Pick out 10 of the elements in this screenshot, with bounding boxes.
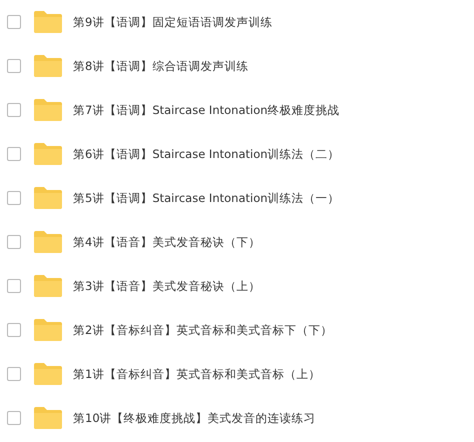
- folder-name[interactable]: 第5讲【语调】Staircase Intonation训练法（一）: [73, 190, 340, 206]
- folder-name[interactable]: 第10讲【终极难度挑战】美式发音的连读练习: [73, 410, 316, 426]
- folder-name[interactable]: 第4讲【语音】美式发音秘诀（下）: [73, 234, 260, 250]
- folder-name[interactable]: 第2讲【音标纠音】英式音标和美式音标下（下）: [73, 322, 332, 338]
- folder-name[interactable]: 第9讲【语调】固定短语语调发声训练: [73, 14, 272, 30]
- folder-name[interactable]: 第6讲【语调】Staircase Intonation训练法（二）: [73, 146, 340, 162]
- folder-name[interactable]: 第1讲【音标纠音】英式音标和美式音标（上）: [73, 366, 320, 382]
- folder-name[interactable]: 第8讲【语调】综合语调发声训练: [73, 58, 248, 74]
- folder-name[interactable]: 第7讲【语调】Staircase Intonation终极难度挑战: [73, 102, 340, 118]
- folder-name[interactable]: 第3讲【语音】美式发音秘诀（上）: [73, 278, 260, 294]
